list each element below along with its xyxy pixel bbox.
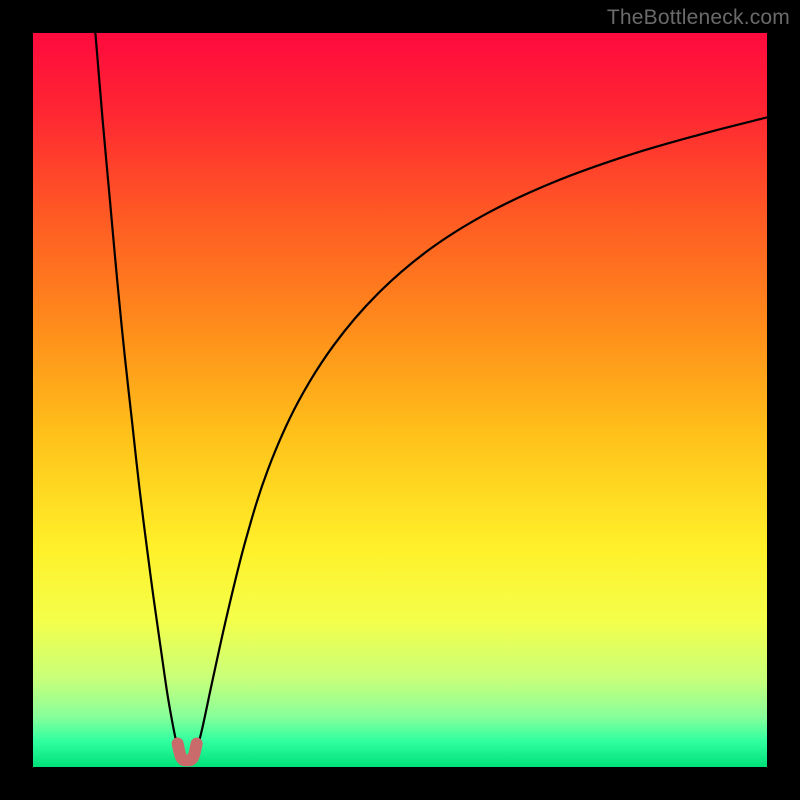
chart-svg (33, 33, 767, 767)
outer-black-frame: TheBottleneck.com (0, 0, 800, 800)
watermark-text: TheBottleneck.com (607, 6, 790, 30)
chart-plot-area (33, 33, 767, 767)
gradient-background (33, 33, 767, 767)
